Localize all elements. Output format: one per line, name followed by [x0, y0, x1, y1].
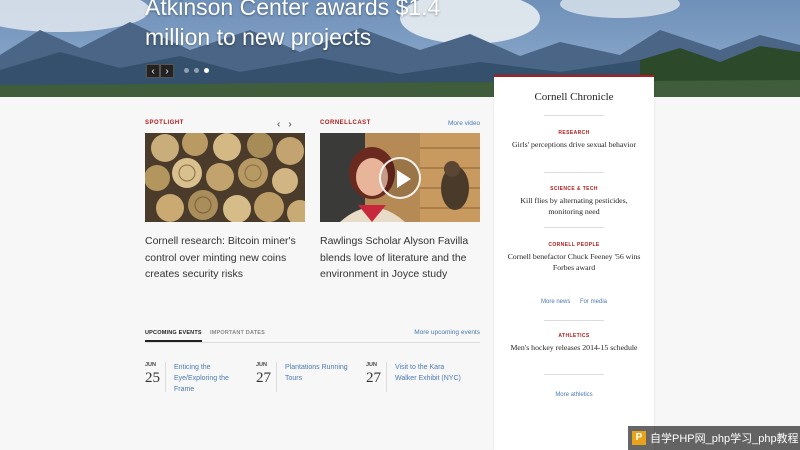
chronicle-headline[interactable]: Kill flies by alternating pesticides, mo…: [494, 195, 654, 217]
event-month: JUN: [366, 362, 378, 368]
event-title[interactable]: Enticing the Eye/Exploring the Frame: [174, 362, 246, 395]
more-events-link[interactable]: More upcoming events: [414, 329, 480, 336]
spotlight-arrows: ‹ ›: [277, 120, 292, 130]
chronicle-title[interactable]: Cornell Chronicle: [494, 91, 654, 103]
chronicle-category[interactable]: ATHLETICS: [494, 333, 654, 339]
event-day: 27: [256, 370, 271, 386]
chronicle-panel: Cornell Chronicle RESEARCH Girls' percep…: [494, 75, 654, 450]
event-divider: [386, 362, 387, 392]
chronicle-headline[interactable]: Cornell benefactor Chuck Feeney '56 wins…: [494, 251, 654, 273]
chevron-left-icon[interactable]: ‹: [146, 64, 160, 78]
chronicle-headline[interactable]: Men's hockey releases 2014-15 schedule: [494, 342, 654, 353]
more-athletics-link[interactable]: More athletics: [494, 392, 654, 398]
chronicle-item: ATHLETICS Men's hockey releases 2014-15 …: [494, 333, 654, 353]
divider: [544, 172, 604, 173]
events-tabs: UPCOMING EVENTS IMPORTANT DATES More upc…: [145, 329, 480, 343]
more-video-link[interactable]: More video: [448, 120, 480, 127]
chronicle-category[interactable]: CORNELL PEOPLE: [494, 242, 654, 248]
slide-dot-active[interactable]: [204, 68, 209, 73]
hero-slider-controls: ‹ ›: [146, 64, 174, 78]
video-thumbnail[interactable]: [320, 133, 480, 222]
event-day: 27: [366, 370, 381, 386]
event-month: JUN: [256, 362, 268, 368]
event-day: 25: [145, 370, 160, 386]
tab-important-dates[interactable]: IMPORTANT DATES: [210, 330, 265, 336]
hero-banner: Atkinson Center awards $1.4 million to n…: [0, 0, 800, 97]
slide-dot[interactable]: [184, 68, 189, 73]
chronicle-item: SCIENCE & TECH Kill flies by alternating…: [494, 186, 654, 217]
chronicle-links: More news For media: [494, 299, 654, 305]
chevron-right-icon[interactable]: ›: [160, 64, 174, 78]
divider: [544, 320, 604, 321]
chronicle-headline[interactable]: Girls' perceptions drive sexual behavior: [494, 139, 654, 150]
event-divider: [276, 362, 277, 392]
hero-headline[interactable]: Atkinson Center awards $1.4 million to n…: [145, 0, 505, 52]
for-media-link[interactable]: For media: [580, 299, 607, 305]
slide-dot[interactable]: [194, 68, 199, 73]
spotlight-label: SPOTLIGHT: [145, 120, 184, 126]
bitcoin-image[interactable]: [145, 133, 305, 222]
chronicle-category[interactable]: SCIENCE & TECH: [494, 186, 654, 192]
cornellcast-caption[interactable]: Rawlings Scholar Alyson Favilla blends l…: [320, 233, 480, 283]
chevron-left-icon[interactable]: ‹: [277, 120, 280, 130]
event-month: JUN: [145, 362, 157, 368]
event-divider: [165, 362, 166, 392]
spotlight-caption[interactable]: Cornell research: Bitcoin miner's contro…: [145, 233, 310, 283]
divider: [544, 227, 604, 228]
tab-upcoming-events[interactable]: UPCOMING EVENTS: [145, 330, 202, 342]
event-title[interactable]: Plantations Running Tours: [285, 362, 357, 384]
event-title[interactable]: Visit to the Kara Walker Exhibit (NYC): [395, 362, 467, 384]
watermark-text: 自学PHP网_php学习_php教程: [650, 433, 799, 445]
divider: [544, 374, 604, 375]
play-icon[interactable]: [379, 157, 421, 199]
coins-picture: [145, 133, 305, 222]
slide-indicators: [184, 68, 209, 73]
watermark-logo: P: [632, 431, 646, 445]
cornellcast-label: CORNELLCAST: [320, 120, 371, 126]
chronicle-item: RESEARCH Girls' perceptions drive sexual…: [494, 130, 654, 150]
chronicle-category[interactable]: RESEARCH: [494, 130, 654, 136]
chronicle-item: CORNELL PEOPLE Cornell benefactor Chuck …: [494, 242, 654, 273]
chevron-right-icon[interactable]: ›: [288, 120, 291, 130]
divider: [544, 115, 604, 116]
site-watermark: P 自学PHP网_php学习_php教程: [628, 426, 800, 450]
more-news-link[interactable]: More news: [541, 299, 570, 305]
